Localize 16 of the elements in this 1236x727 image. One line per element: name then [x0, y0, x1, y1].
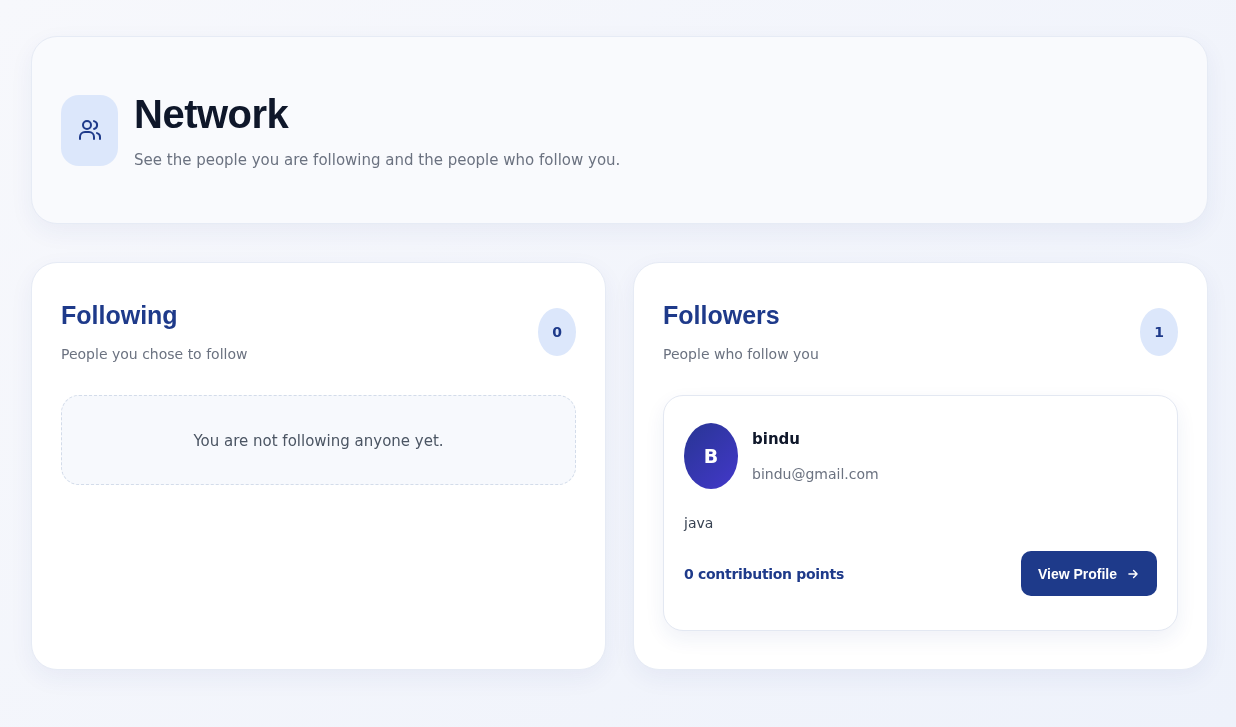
panel-title: Followers [663, 301, 781, 330]
avatar: B [684, 423, 738, 489]
person-name: bindu [752, 430, 801, 448]
view-profile-button[interactable]: View Profile [1021, 551, 1157, 596]
panel-subtitle: People who follow you [663, 346, 819, 362]
person-email: bindu@gmail.com [752, 466, 879, 482]
page-subtitle: See the people you are following and the people who follow you. [134, 150, 621, 169]
count-badge: 0 [538, 307, 576, 356]
empty-message: You are not following anyone yet. [193, 432, 444, 452]
users-icon [61, 94, 118, 166]
page-title: Network [134, 91, 290, 137]
contribution-points: 0 contribution points [684, 565, 844, 582]
panel-subtitle: People you chose to follow [61, 346, 248, 362]
person-bio: java [684, 515, 715, 531]
count-badge: 1 [1140, 307, 1178, 356]
panel-title: Following [61, 301, 179, 330]
